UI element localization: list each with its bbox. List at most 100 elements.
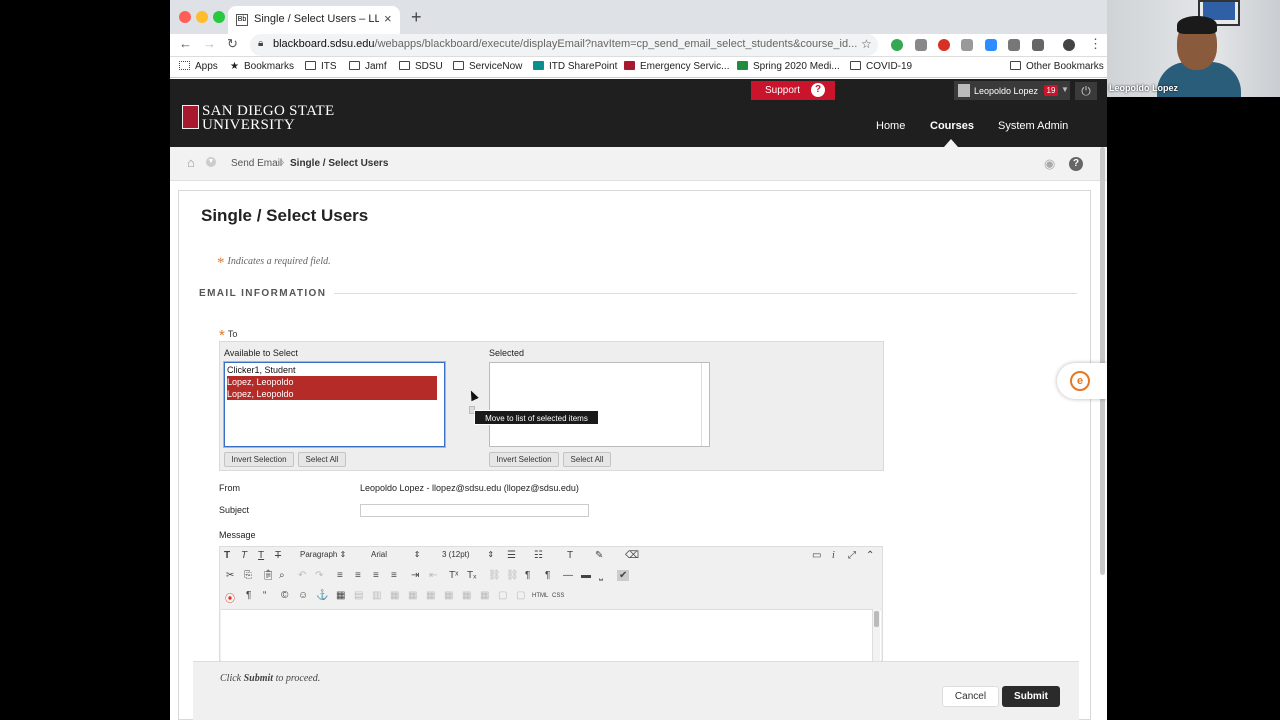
paste-icon[interactable]: 📋︎ (262, 570, 275, 581)
tab-close-icon[interactable]: × (384, 11, 392, 26)
bold-icon[interactable]: T (224, 550, 230, 561)
cancel-button[interactable]: Cancel (942, 686, 999, 707)
new-tab-icon[interactable]: + (411, 7, 422, 28)
extension-gear-icon[interactable] (1032, 39, 1044, 51)
rtl-icon[interactable]: ¶ (545, 570, 550, 581)
chevron-down-icon[interactable]: ▼ (206, 157, 216, 167)
list-item[interactable]: Lopez, Leopoldo (227, 376, 437, 388)
nav-courses[interactable]: Courses (930, 120, 974, 132)
back-icon[interactable]: ← (179, 36, 192, 51)
nav-system-admin[interactable]: System Admin (998, 120, 1068, 132)
indent-icon[interactable]: ⇥ (411, 570, 419, 581)
fullscreen-icon[interactable]: ⤢ (848, 550, 856, 561)
browser-tab[interactable]: Bb Single / Select Users – LLopez × (228, 6, 400, 34)
align-left-icon[interactable]: ≡ (337, 570, 343, 581)
home-icon[interactable]: ⌂ (187, 155, 195, 170)
side-help-widget[interactable]: e (1057, 363, 1107, 399)
strikethrough-icon[interactable]: T (275, 550, 281, 561)
info-icon[interactable]: i (832, 550, 835, 561)
submit-button[interactable]: Submit (1002, 686, 1060, 707)
extension-box-icon[interactable] (961, 39, 973, 51)
anchor-icon[interactable]: ⚓ (316, 590, 328, 601)
select-all-selected-button[interactable]: Select All (563, 452, 611, 467)
scrollbar-thumb[interactable] (1100, 147, 1105, 575)
blockquote-icon[interactable]: “ (263, 590, 266, 601)
table-box-icon[interactable]: ▢ (516, 590, 525, 601)
invert-selection-selected-button[interactable]: Invert Selection (489, 452, 559, 467)
emoticon-icon[interactable]: ☺ (298, 590, 308, 601)
eraser-icon[interactable]: ⌫ (625, 550, 639, 561)
close-window-button[interactable] (179, 11, 191, 23)
table-delete-icon[interactable]: ▦ (444, 590, 453, 601)
maximize-window-button[interactable] (213, 11, 225, 23)
extension-red-icon[interactable] (938, 39, 950, 51)
record-icon[interactable]: ⦿ (225, 590, 235, 605)
bookmark-itd-sharepoint[interactable]: ITD SharePoint (533, 61, 617, 72)
table-icon[interactable]: ▦ (336, 590, 345, 601)
url-bar[interactable]: 🔒︎ blackboard.sdsu.edu/webapps/blackboar… (250, 34, 878, 56)
table-col-icon[interactable]: ▥ (372, 590, 381, 601)
table-row-icon[interactable]: ▤ (354, 590, 363, 601)
ltr-icon[interactable]: ¶ (525, 570, 530, 581)
redo-icon[interactable]: ↷ (315, 570, 323, 581)
bookmark-its[interactable]: ITS (305, 61, 337, 72)
bookmark-apps[interactable]: Apps (179, 61, 218, 72)
unlink-icon[interactable]: ⛓ (506, 570, 519, 581)
undo-icon[interactable]: ↶ (298, 570, 306, 581)
editor-scrollbar[interactable] (872, 609, 880, 661)
subscript-icon[interactable]: Tₓ (467, 570, 476, 581)
bookmark-sdsu[interactable]: SDSU (399, 61, 443, 72)
numbered-list-icon[interactable]: ☷ (534, 550, 543, 561)
minimize-window-button[interactable] (196, 11, 208, 23)
underline-icon[interactable]: T (258, 550, 264, 561)
select-all-available-button[interactable]: Select All (298, 452, 346, 467)
bookmark-spring-2020[interactable]: Spring 2020 Medi... (737, 61, 840, 72)
nonbreaking-space-icon[interactable]: ⎵ (599, 570, 603, 581)
invert-selection-available-button[interactable]: Invert Selection (224, 452, 294, 467)
highlight-pen-icon[interactable]: ✎ (595, 550, 603, 561)
table-merge-icon[interactable]: ▦ (408, 590, 417, 601)
table-remove-icon[interactable]: ▢ (498, 590, 507, 601)
profile-avatar-icon[interactable] (1063, 39, 1075, 51)
html-source-button[interactable]: HTML (532, 593, 548, 599)
paragraph-mark-icon[interactable]: ¶ (246, 590, 251, 601)
breadcrumb-send-email[interactable]: Send Email (231, 158, 282, 169)
nav-home[interactable]: Home (876, 120, 905, 132)
table-props-icon[interactable]: ▦ (462, 590, 471, 601)
bookmark-bookmarks[interactable]: ★ Bookmarks (230, 61, 294, 72)
horizontal-rule-icon[interactable]: — (563, 570, 573, 581)
selected-users-list[interactable] (489, 362, 710, 447)
bookmark-jamf[interactable]: Jamf (349, 61, 387, 72)
list-scrollbar[interactable] (701, 363, 709, 446)
table-split-icon[interactable]: ▦ (426, 590, 435, 601)
browser-menu-icon[interactable]: ⋮ (1089, 36, 1102, 52)
spellcheck-icon[interactable]: ✔ (617, 570, 630, 581)
justify-icon[interactable]: ≡ (391, 570, 397, 581)
help-icon[interactable]: ? (1069, 157, 1083, 171)
outdent-icon[interactable]: ⇤ (429, 570, 437, 581)
extension-drive-icon[interactable] (915, 39, 927, 51)
text-style-icon[interactable]: T (567, 550, 573, 561)
paragraph-format-select[interactable]: Paragraph ⇕ (300, 550, 346, 564)
preview-icon[interactable]: ▭ (812, 550, 821, 561)
bookmark-emergency[interactable]: Emergency Servic... (624, 61, 729, 72)
copy-icon[interactable]: ⎘ (244, 570, 252, 581)
extension-zoom-icon[interactable] (985, 39, 997, 51)
link-icon[interactable]: ⛓ (488, 570, 501, 581)
font-family-select[interactable]: Arial ⇕ (371, 550, 420, 564)
message-body-input[interactable] (221, 609, 881, 664)
page-scrollbar[interactable] (1098, 147, 1107, 577)
extension-flag-icon[interactable] (1008, 39, 1020, 51)
available-users-list[interactable]: Clicker1, Student Lopez, Leopoldo Lopez,… (223, 361, 446, 448)
collapse-toolbar-icon[interactable]: ⌃ (866, 550, 874, 561)
align-center-icon[interactable]: ≡ (355, 570, 361, 581)
bullet-list-icon[interactable]: ☰ (507, 550, 516, 561)
align-right-icon[interactable]: ≡ (373, 570, 379, 581)
reload-icon[interactable]: ↻ (227, 36, 238, 52)
user-menu[interactable]: Leopoldo Lopez 19 ▼ (954, 81, 1070, 100)
bookmark-servicenow[interactable]: ServiceNow (453, 61, 522, 72)
table-insert-icon[interactable]: ▦ (480, 590, 489, 601)
forward-icon[interactable]: → (203, 36, 216, 51)
logout-power-icon[interactable]: ⏻ (1075, 82, 1097, 100)
bookmark-covid[interactable]: COVID-19 (850, 61, 912, 72)
